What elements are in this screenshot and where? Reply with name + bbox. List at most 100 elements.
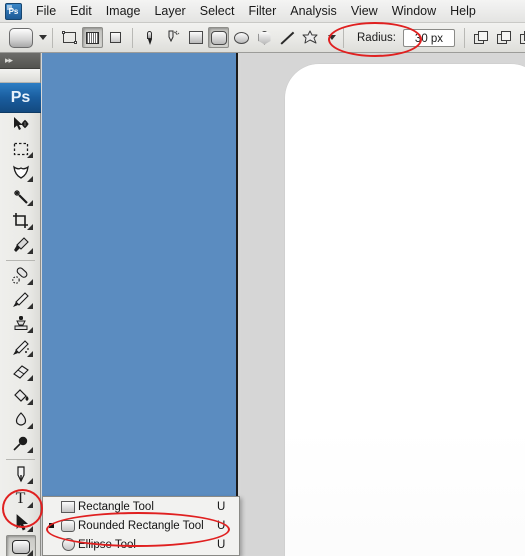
flyout-item-label: Ellipse Tool	[78, 538, 136, 551]
rounded-rectangle-tool[interactable]	[0, 535, 41, 556]
flyout-triangle-icon	[27, 351, 33, 357]
flyout-triangle-icon	[27, 550, 33, 556]
dodge-tool[interactable]	[0, 432, 41, 456]
flyout-triangle-icon	[27, 526, 33, 532]
flyout-item-label: Rectangle Tool	[78, 500, 154, 513]
line-tool-button[interactable]	[277, 27, 298, 48]
flyout-triangle-icon	[27, 279, 33, 285]
spot-healing-brush-tool[interactable]	[0, 264, 41, 288]
rectangle-icon	[58, 500, 78, 513]
blue-background-panel	[42, 53, 238, 556]
options-bar: Radius: 30 px	[0, 23, 525, 53]
freeform-pen-icon	[165, 30, 180, 45]
menu-item-image[interactable]: Image	[99, 2, 148, 20]
menu-item-analysis[interactable]: Analysis	[283, 2, 344, 20]
flyout-item-ellipse-tool[interactable]: Ellipse Tool U	[43, 535, 239, 554]
rounded-rectangle-icon	[210, 30, 227, 45]
flyout-triangle-icon	[27, 447, 33, 453]
rounded-rectangle-tool-button[interactable]	[208, 27, 229, 48]
rectangle-tool-button[interactable]	[185, 27, 206, 48]
subtract-from-shape-area-button[interactable]	[494, 27, 515, 48]
history-brush-tool[interactable]	[0, 336, 41, 360]
flyout-triangle-icon	[27, 327, 33, 333]
custom-shape-icon	[302, 30, 319, 45]
menu-item-select[interactable]: Select	[193, 2, 242, 20]
add-shape-area-icon	[474, 30, 489, 45]
gradient-tool[interactable]	[0, 384, 41, 408]
eyedropper-tool[interactable]	[0, 233, 41, 257]
flyout-item-rounded-rectangle-tool[interactable]: Rounded Rectangle Tool U	[43, 516, 239, 535]
menu-item-view[interactable]: View	[344, 2, 385, 20]
pen-icon	[144, 30, 155, 45]
tools-divider	[5, 459, 35, 460]
menu-item-window[interactable]: Window	[385, 2, 443, 20]
divider	[132, 27, 133, 48]
flyout-item-shortcut: U	[217, 500, 226, 513]
flyout-triangle-icon	[27, 200, 33, 206]
rounded-rectangle-white-document[interactable]	[285, 64, 525, 556]
divider	[52, 27, 53, 48]
polygon-icon	[258, 30, 271, 45]
intersect-shape-area-icon	[520, 30, 525, 45]
menu-item-file[interactable]: File	[29, 2, 63, 20]
shape-tool-flyout-menu: Rectangle Tool U Rounded Rectangle Tool …	[42, 496, 240, 556]
rounded-rectangle-icon	[58, 519, 78, 532]
selected-bullet	[45, 523, 58, 528]
pen-tool[interactable]	[0, 463, 41, 487]
menu-item-edit[interactable]: Edit	[63, 2, 99, 20]
tools-divider	[5, 260, 35, 261]
paths-button[interactable]	[82, 27, 103, 48]
flyout-triangle-icon	[27, 224, 33, 230]
fill-pixels-button[interactable]	[105, 27, 126, 48]
photoshop-badge-icon: Ps	[0, 83, 41, 113]
flyout-triangle-icon	[27, 478, 33, 484]
divider	[464, 27, 465, 48]
intersect-shape-areas-button[interactable]	[517, 27, 525, 48]
fill-pixels-icon	[110, 32, 121, 43]
horizontal-type-tool[interactable]: T	[0, 487, 41, 511]
flyout-item-label: Rounded Rectangle Tool	[78, 519, 204, 532]
add-to-shape-area-button[interactable]	[471, 27, 492, 48]
eraser-tool[interactable]	[0, 360, 41, 384]
rectangular-marquee-tool[interactable]	[0, 137, 41, 161]
brush-tool[interactable]	[0, 288, 41, 312]
menu-item-filter[interactable]: Filter	[241, 2, 283, 20]
rounded-rectangle-preset-icon[interactable]	[9, 27, 33, 48]
shape-layers-button[interactable]	[59, 27, 80, 48]
flyout-triangle-icon	[27, 423, 33, 429]
tools-panel: ▸▸ Ps T	[0, 53, 41, 556]
divider	[343, 27, 344, 48]
path-selection-tool[interactable]	[0, 511, 41, 535]
flyout-item-rectangle-tool[interactable]: Rectangle Tool U	[43, 497, 239, 516]
clone-stamp-tool[interactable]	[0, 312, 41, 336]
line-icon	[280, 31, 296, 45]
flyout-triangle-icon	[27, 303, 33, 309]
chevron-down-icon[interactable]	[39, 35, 47, 40]
menu-item-help[interactable]: Help	[443, 2, 483, 20]
lasso-tool[interactable]	[0, 161, 41, 185]
polygon-tool-button[interactable]	[254, 27, 275, 48]
move-tool[interactable]	[0, 113, 41, 137]
shape-chevron-down-icon[interactable]	[328, 35, 336, 40]
shape-layers-icon	[62, 31, 77, 44]
flyout-triangle-icon	[27, 502, 33, 508]
ellipse-tool-button[interactable]	[231, 27, 252, 48]
radius-input[interactable]: 30 px	[403, 28, 455, 47]
subtract-shape-area-icon	[497, 30, 512, 45]
freeform-pen-tool-button[interactable]	[162, 27, 183, 48]
canvas-area[interactable]	[241, 54, 525, 556]
tools-panel-collapse-button[interactable]: ▸▸	[0, 53, 40, 69]
menu-item-layer[interactable]: Layer	[147, 2, 192, 20]
flyout-triangle-icon	[27, 375, 33, 381]
blur-tool[interactable]	[0, 408, 41, 432]
pen-tool-button[interactable]	[139, 27, 160, 48]
flyout-triangle-icon	[27, 176, 33, 182]
tools-panel-header[interactable]	[0, 69, 40, 83]
photoshop-logo-icon: Ps	[5, 2, 22, 20]
flyout-item-shortcut: U	[217, 519, 226, 532]
ellipse-icon	[58, 538, 78, 551]
crop-tool[interactable]	[0, 209, 41, 233]
magic-wand-tool[interactable]	[0, 185, 41, 209]
custom-shape-tool-button[interactable]	[300, 27, 321, 48]
flyout-triangle-icon	[27, 248, 33, 254]
